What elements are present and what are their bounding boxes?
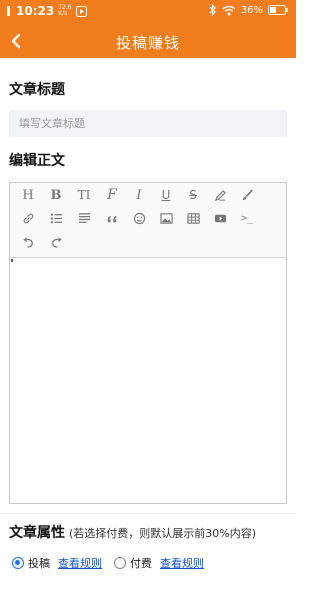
quote-svg <box>107 215 116 222</box>
heading-icon[interactable]: H <box>15 185 41 205</box>
network-speed-unit: K/s <box>58 10 68 17</box>
bullet-list-svg <box>50 213 62 223</box>
emoji-icon[interactable] <box>126 208 152 228</box>
image-icon[interactable] <box>153 208 179 228</box>
strikethrough-icon[interactable]: S <box>180 185 206 205</box>
image-svg <box>159 212 173 224</box>
heading-glyph: H <box>22 187 34 203</box>
undo-icon[interactable] <box>15 232 41 252</box>
article-title-label: 文章标题 <box>9 82 65 98</box>
radio-submit[interactable] <box>12 557 24 569</box>
table-svg <box>186 212 200 224</box>
pencil-icon[interactable] <box>207 185 233 205</box>
italic-glyph: I <box>136 187 142 203</box>
quote-icon[interactable] <box>99 208 125 228</box>
radio-paid-label[interactable]: 付费 <box>130 555 152 571</box>
bold-icon[interactable]: B <box>43 185 69 205</box>
underline-icon[interactable]: U <box>153 185 179 205</box>
status-bar: 10:23 72.6 K/s 36% <box>0 0 296 24</box>
radio-paid[interactable] <box>114 557 126 569</box>
align-icon[interactable] <box>71 208 97 228</box>
status-time: 10:23 <box>16 4 55 18</box>
font-icon[interactable]: F <box>99 185 125 205</box>
strike-glyph: S <box>189 188 197 202</box>
code-icon[interactable]: >_ <box>234 208 260 228</box>
text-size-icon[interactable]: TI <box>71 185 97 205</box>
redo-icon[interactable] <box>43 232 69 252</box>
text-size-glyph: TI <box>77 188 91 202</box>
brush-icon[interactable] <box>234 185 260 205</box>
notification-dot-icon <box>7 6 10 16</box>
code-glyph: >_ <box>240 212 254 224</box>
emoji-svg <box>133 212 145 224</box>
article-attr-note: (若选择付费，则默认展示前30%内容) <box>69 527 257 540</box>
bold-glyph: B <box>50 187 62 203</box>
italic-icon[interactable]: I <box>126 185 152 205</box>
font-glyph: F <box>107 187 117 203</box>
link-svg <box>23 213 33 223</box>
status-left: 10:23 72.6 K/s <box>6 4 88 18</box>
table-icon[interactable] <box>180 208 206 228</box>
link-icon[interactable] <box>15 208 41 228</box>
paid-rules-link[interactable]: 查看规则 <box>160 555 204 571</box>
media-play-icon <box>76 5 88 17</box>
app-bar: 投稿赚钱 <box>0 24 296 58</box>
video-icon[interactable] <box>207 208 233 228</box>
text-caret <box>11 259 13 262</box>
bluetooth-icon <box>209 4 216 16</box>
pencil-svg <box>214 189 226 201</box>
submit-rules-link[interactable]: 查看规则 <box>58 555 102 571</box>
brush-svg <box>242 188 253 200</box>
article-attr-options: 投稿 查看规则 付费 查看规则 <box>12 555 204 571</box>
rich-text-editor: H B TI F I U S >_ <box>9 182 287 504</box>
article-attr-header: 文章属性 (若选择付费，则默认展示前30%内容) <box>9 522 256 542</box>
page-title: 投稿赚钱 <box>115 34 180 52</box>
bullet-list-icon[interactable] <box>43 208 69 228</box>
battery-percent: 36% <box>240 4 263 16</box>
redo-svg <box>51 236 62 248</box>
undo-svg <box>22 236 33 248</box>
editor-toolbar: H B TI F I U S >_ <box>10 183 286 258</box>
video-svg <box>214 214 226 222</box>
radio-submit-label[interactable]: 投稿 <box>28 555 50 571</box>
wifi-icon <box>222 5 236 15</box>
battery-icon <box>268 5 288 15</box>
editor-content-area[interactable] <box>10 258 286 503</box>
network-speed: 72.6 K/s <box>58 5 72 17</box>
body-editor-label: 编辑正文 <box>9 153 65 169</box>
article-title-input[interactable] <box>9 110 287 137</box>
article-attr-label: 文章属性 <box>9 525 65 541</box>
align-svg <box>78 212 90 223</box>
section-divider <box>0 513 296 514</box>
status-right: 36% <box>209 4 288 16</box>
underline-glyph: U <box>161 188 171 202</box>
